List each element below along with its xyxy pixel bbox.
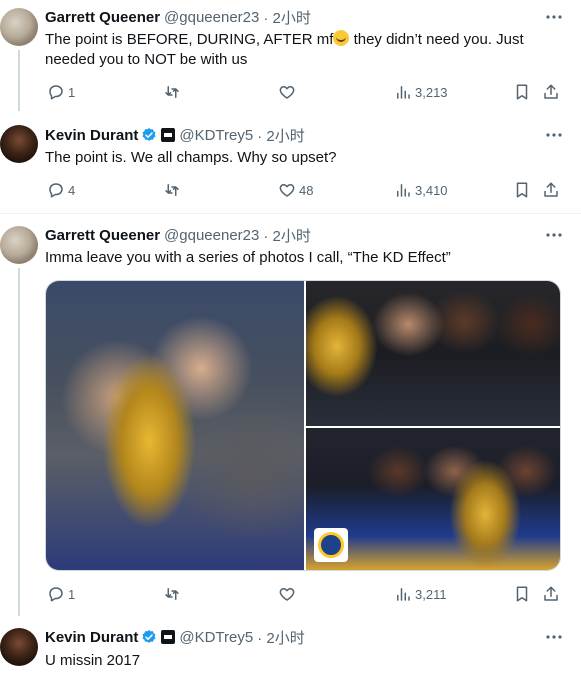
- share-button[interactable]: [542, 179, 560, 201]
- timestamp[interactable]: · 2小时: [257, 627, 305, 648]
- author-handle[interactable]: @gqueener23: [164, 227, 259, 244]
- tweet-kd-1[interactable]: Kevin Durant @KDTrey5 · 2小时 The point is…: [0, 111, 581, 212]
- author-name[interactable]: Kevin Durant: [45, 629, 138, 646]
- timestamp[interactable]: · 2小时: [263, 225, 311, 246]
- bookmark-button[interactable]: [513, 81, 531, 103]
- tweet-actions: 1 3,211: [45, 583, 570, 605]
- like-button[interactable]: [278, 583, 299, 605]
- affiliation-badge-icon[interactable]: [161, 128, 176, 142]
- author-name[interactable]: Kevin Durant: [45, 127, 138, 144]
- retweet-icon: [165, 588, 179, 600]
- tweet-text-part: The point is BEFORE, DURING, AFTER mf: [45, 31, 334, 48]
- tweet-header: Kevin Durant @KDTrey5 · 2小时: [45, 124, 305, 146]
- view-count: 3,410: [415, 182, 448, 198]
- retweet-button[interactable]: [163, 179, 184, 201]
- verified-badge-icon: [142, 630, 156, 643]
- views-button[interactable]: 3,410: [394, 179, 448, 201]
- views-button[interactable]: 3,213: [394, 81, 448, 103]
- reply-count: 1: [68, 586, 76, 602]
- more-icon[interactable]: [545, 8, 563, 26]
- more-icon[interactable]: [545, 126, 563, 144]
- tweet-text: Imma leave you with a series of photos I…: [45, 249, 451, 266]
- timestamp[interactable]: · 2小时: [263, 7, 311, 28]
- tweet-header: Garrett Queener @gqueener23 · 2小时: [45, 6, 311, 28]
- timestamp[interactable]: · 2小时: [257, 125, 305, 146]
- share-icon: [544, 182, 558, 197]
- retweet-button[interactable]: [163, 81, 184, 103]
- retweet-button[interactable]: [163, 583, 184, 605]
- tweet-text: U missin 2017: [45, 652, 141, 669]
- tweet-header: Garrett Queener @gqueener23 · 2小时: [45, 224, 311, 246]
- tweet-text: The point is. We all champs. Why so upse…: [45, 149, 337, 166]
- heart-icon: [279, 588, 295, 601]
- reply-icon: [49, 587, 63, 602]
- views-button[interactable]: 3,211: [394, 583, 447, 605]
- reply-count: 4: [68, 182, 76, 198]
- reply-button[interactable]: 4: [47, 179, 75, 201]
- reply-button[interactable]: 1: [47, 81, 75, 103]
- tweet-actions: 1 3,213: [45, 81, 570, 103]
- like-button[interactable]: 48: [278, 179, 313, 201]
- author-handle[interactable]: @KDTrey5: [179, 127, 253, 144]
- tweet-text: The point is BEFORE, DURING, AFTER mf th…: [45, 30, 565, 70]
- avatar-gqueener[interactable]: [0, 226, 38, 264]
- warriors-logo-icon: [314, 528, 348, 562]
- face-with-tears-of-joy-icon: [333, 30, 350, 46]
- thread-line: [18, 50, 20, 111]
- championship-team-photo[interactable]: [306, 428, 560, 570]
- bookmark-icon: [516, 586, 528, 602]
- heart-icon: [279, 86, 295, 99]
- reply-count: 1: [68, 84, 76, 100]
- more-icon[interactable]: [545, 226, 563, 244]
- author-name[interactable]: Garrett Queener: [45, 227, 160, 244]
- media-grid: [45, 280, 561, 571]
- share-icon: [544, 586, 558, 601]
- view-count: 3,211: [415, 586, 447, 602]
- thread-line: [18, 268, 20, 616]
- bookmark-button[interactable]: [513, 179, 531, 201]
- affiliation-badge-icon[interactable]: [161, 630, 176, 644]
- verified-badge-icon: [142, 128, 156, 141]
- like-button[interactable]: [278, 81, 299, 103]
- bar-chart-icon: [397, 184, 410, 197]
- view-count: 3,213: [415, 84, 448, 100]
- bookmark-icon: [516, 84, 528, 100]
- more-icon[interactable]: [545, 628, 563, 646]
- retweet-icon: [165, 86, 179, 98]
- tweet-gqueener-1[interactable]: Garrett Queener @gqueener23 · 2小时 The po…: [0, 0, 581, 111]
- championship-trophy-photo[interactable]: [306, 281, 560, 426]
- heart-icon: [279, 184, 295, 197]
- author-name[interactable]: Garrett Queener: [45, 9, 160, 26]
- championship-celebration-photo[interactable]: [46, 281, 304, 570]
- bookmark-button[interactable]: [513, 583, 531, 605]
- reply-button[interactable]: 1: [47, 583, 75, 605]
- reply-icon: [49, 183, 63, 198]
- tweet-kd-2[interactable]: Kevin Durant @KDTrey5 · 2小时 U missin 201…: [0, 616, 581, 683]
- tweet-header: Kevin Durant @KDTrey5 · 2小时: [45, 626, 305, 648]
- avatar-kdtrey5[interactable]: [0, 125, 38, 163]
- avatar-kdtrey5[interactable]: [0, 628, 38, 666]
- retweet-icon: [165, 184, 179, 196]
- bar-chart-icon: [397, 588, 410, 601]
- bookmark-icon: [516, 182, 528, 198]
- bar-chart-icon: [397, 86, 410, 99]
- reply-icon: [49, 85, 63, 100]
- share-icon: [544, 84, 558, 99]
- like-count: 48: [299, 182, 314, 198]
- author-handle[interactable]: @KDTrey5: [179, 629, 253, 646]
- avatar-gqueener[interactable]: [0, 8, 38, 46]
- tweet-actions: 4 48 3,410: [45, 179, 570, 201]
- author-handle[interactable]: @gqueener23: [164, 9, 259, 26]
- share-button[interactable]: [542, 583, 560, 605]
- share-button[interactable]: [542, 81, 560, 103]
